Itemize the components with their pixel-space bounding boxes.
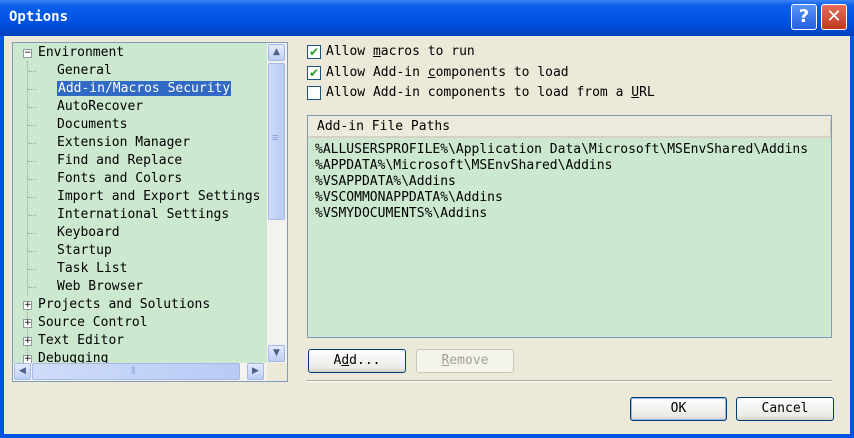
checkbox-label: Allow Add-in components to load bbox=[326, 65, 569, 80]
checkbox-label: Allow Add-in components to load from a U… bbox=[326, 85, 655, 100]
tree-item-fonts-and-colors[interactable]: Fonts and Colors bbox=[57, 170, 182, 188]
tree-connector bbox=[28, 251, 36, 252]
remove-button[interactable]: Remove bbox=[416, 349, 514, 373]
scroll-right-button[interactable]: ▶ bbox=[247, 363, 264, 380]
tree-item-startup[interactable]: Startup bbox=[57, 242, 112, 260]
list-item[interactable]: %VSAPPDATA%\Addins bbox=[315, 174, 456, 190]
grip-icon: ⦀ bbox=[131, 366, 136, 377]
tree-item-label: Find and Replace bbox=[57, 153, 183, 168]
tree-item-find-and-replace[interactable]: Find and Replace bbox=[57, 152, 182, 170]
tree-item-label: Fonts and Colors bbox=[57, 171, 183, 186]
scroll-corner bbox=[267, 363, 287, 381]
tree-item-autorecover[interactable]: AutoRecover bbox=[57, 98, 143, 116]
tree-connector bbox=[28, 71, 36, 72]
tree-connector bbox=[28, 161, 36, 162]
checkbox-box[interactable]: ✔ bbox=[307, 66, 321, 80]
tree-item-label: Task List bbox=[57, 261, 128, 276]
checkmark-icon: ✔ bbox=[308, 66, 320, 80]
help-icon: ? bbox=[798, 6, 810, 27]
arrow-left-icon: ◀ bbox=[19, 366, 26, 376]
list-item[interactable]: %VSCOMMONAPPDATA%\Addins bbox=[315, 190, 503, 206]
expand-icon[interactable]: + bbox=[23, 337, 32, 346]
tree-connector bbox=[28, 215, 36, 216]
tree-connector bbox=[28, 107, 36, 108]
close-button[interactable]: ✕ bbox=[821, 4, 847, 30]
checkmark-icon: ✔ bbox=[308, 45, 320, 59]
tree-item-add-in-macros-security[interactable]: Add-in/Macros Security bbox=[57, 80, 232, 98]
tree-item-extension-manager[interactable]: Extension Manager bbox=[57, 134, 190, 152]
tree-connector bbox=[28, 125, 36, 126]
tree-item-label: Text Editor bbox=[38, 333, 125, 348]
arrow-right-icon: ▶ bbox=[252, 366, 259, 376]
tree-item-label: General bbox=[57, 63, 112, 78]
cancel-button[interactable]: Cancel bbox=[736, 397, 834, 421]
close-icon: ✕ bbox=[826, 6, 842, 27]
tree-item-label: Add-in/Macros Security bbox=[57, 81, 232, 96]
grip-icon: ≡ bbox=[272, 131, 279, 144]
tree-content: − Environment General Add-in/Macros Secur… bbox=[13, 43, 267, 363]
tree-connector bbox=[28, 89, 36, 90]
expand-icon[interactable]: + bbox=[23, 301, 32, 310]
tree-item-general[interactable]: General bbox=[57, 62, 112, 80]
tree-item-documents[interactable]: Documents bbox=[57, 116, 127, 134]
tree-item-label: Environment bbox=[38, 45, 125, 60]
checkbox-box[interactable] bbox=[307, 86, 321, 100]
tree-connector bbox=[28, 287, 36, 288]
tree-item-label: Projects and Solutions bbox=[38, 297, 211, 312]
tree-item-task-list[interactable]: Task List bbox=[57, 260, 127, 278]
tree-item-label: AutoRecover bbox=[57, 99, 144, 114]
window-title: Options bbox=[9, 9, 69, 25]
tree-item-label: Web Browser bbox=[57, 279, 144, 294]
help-button[interactable]: ? bbox=[791, 4, 817, 30]
checkbox-label: Allow macros to run bbox=[326, 44, 475, 59]
divider bbox=[307, 380, 832, 382]
ok-button[interactable]: OK bbox=[630, 397, 727, 421]
tree-item-import-and-export-settings[interactable]: Import and Export Settings bbox=[57, 188, 261, 206]
tree-item-label: Keyboard bbox=[57, 225, 120, 240]
options-tree[interactable]: − Environment General Add-in/Macros Secur… bbox=[12, 42, 288, 382]
scroll-thumb-horizontal[interactable]: ⦀ bbox=[32, 363, 240, 380]
title-bar[interactable]: Options ? ✕ bbox=[0, 0, 854, 36]
tree-connector bbox=[28, 143, 36, 144]
arrow-up-icon: ▲ bbox=[273, 47, 280, 57]
button-label: OK bbox=[670, 401, 687, 416]
tree-item-label: Startup bbox=[57, 243, 112, 258]
list-item[interactable]: %VSMYDOCUMENTS%\Addins bbox=[315, 206, 487, 222]
scroll-down-button[interactable]: ▼ bbox=[268, 345, 285, 362]
expand-icon[interactable]: + bbox=[23, 355, 32, 363]
tree-connector bbox=[27, 61, 28, 295]
list-item[interactable]: %APPDATA%\Microsoft\MSEnvShared\Addins bbox=[315, 158, 612, 174]
tree-item-label: Extension Manager bbox=[57, 135, 191, 150]
collapse-icon[interactable]: − bbox=[23, 49, 32, 58]
tree-connector bbox=[28, 197, 36, 198]
tree-vertical-scrollbar[interactable]: ▲ ≡ ▼ bbox=[267, 43, 287, 363]
column-separator bbox=[830, 119, 831, 135]
list-item[interactable]: %ALLUSERSPROFILE%\Application Data\Micro… bbox=[315, 142, 808, 158]
tree-connector bbox=[28, 179, 36, 180]
tree-item-label: Documents bbox=[57, 117, 128, 132]
tree-item-label: International Settings bbox=[57, 207, 230, 222]
button-label: Remove bbox=[441, 353, 489, 368]
tree-item-keyboard[interactable]: Keyboard bbox=[57, 224, 120, 242]
tree-item-label: Source Control bbox=[38, 315, 148, 330]
tree-item-web-browser[interactable]: Web Browser bbox=[57, 278, 143, 296]
add-button[interactable]: Add... bbox=[308, 349, 406, 373]
expand-icon[interactable]: + bbox=[23, 319, 32, 328]
tree-item-international-settings[interactable]: International Settings bbox=[57, 206, 229, 224]
tree-connector bbox=[28, 233, 36, 234]
scroll-thumb[interactable]: ≡ bbox=[268, 63, 285, 220]
tree-horizontal-scrollbar[interactable]: ◀ ⦀ ▶ bbox=[13, 363, 267, 381]
arrow-down-icon: ▼ bbox=[273, 348, 280, 358]
scroll-up-button[interactable]: ▲ bbox=[268, 44, 285, 61]
tree-item-label: Import and Export Settings bbox=[57, 189, 261, 204]
button-label: Add... bbox=[333, 353, 381, 368]
tree-item-label: Debugging bbox=[38, 351, 109, 363]
list-column-header[interactable]: Add-in File Paths bbox=[308, 116, 831, 138]
checkbox-box[interactable]: ✔ bbox=[307, 45, 321, 59]
tree-connector bbox=[28, 269, 36, 270]
scroll-left-button[interactable]: ◀ bbox=[14, 363, 31, 380]
button-label: Cancel bbox=[761, 401, 809, 416]
addin-paths-list[interactable]: Add-in File Paths %ALLUSERSPROFILE%\Appl… bbox=[307, 115, 832, 338]
column-header-label: Add-in File Paths bbox=[317, 119, 451, 134]
